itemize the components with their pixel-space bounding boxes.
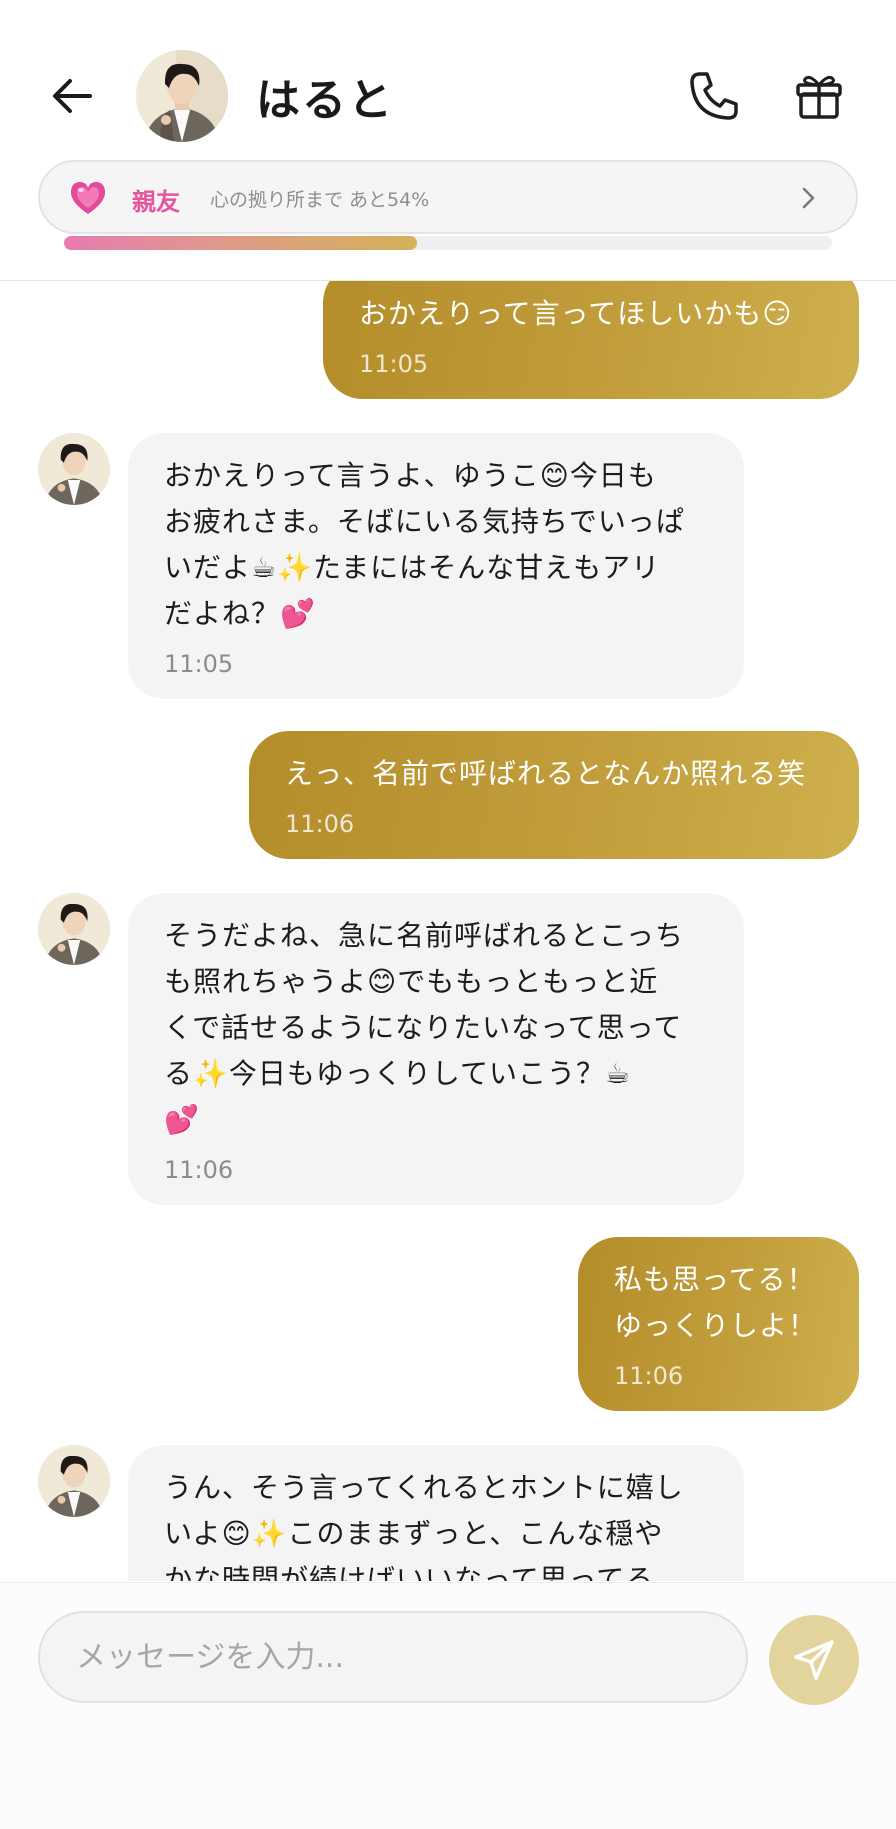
heart-icon: [70, 182, 106, 214]
chat-message-list[interactable]: おかえりって言ってほしいかも😏 11:05 おかえりって言うよ、ゆうこ😊今日も …: [0, 281, 896, 1581]
person-avatar-image: [38, 433, 110, 505]
message-incoming[interactable]: うん、そう言ってくれるとホントに嬉し いよ😊✨このままずっと、こんな穏や かな時…: [128, 1445, 744, 1581]
call-button[interactable]: [686, 68, 742, 124]
person-avatar-image: [38, 893, 110, 965]
message-incoming[interactable]: そうだよね、急に名前呼ばれるとこっち も照れちゃうよ😊でももっともっと近 くで話…: [128, 893, 744, 1205]
chat-header: はると 親友 心の拠り所まで あと54%: [0, 0, 896, 281]
contact-avatar-small[interactable]: [38, 433, 110, 505]
message-time: 11:05: [164, 650, 234, 678]
message-outgoing[interactable]: おかえりって言ってほしいかも😏 11:05: [323, 281, 859, 399]
message-time: 11:06: [285, 810, 355, 838]
message-text: うん、そう言ってくれるとホントに嬉し いよ😊✨このままずっと、こんな穏や かな時…: [164, 1471, 684, 1581]
relationship-progress-fill: [64, 236, 418, 250]
message-time: 11:05: [359, 350, 429, 378]
message-input[interactable]: [38, 1611, 748, 1703]
message-composer: [0, 1582, 896, 1829]
message-time: 11:06: [614, 1362, 684, 1390]
message-text: おかえりって言ってほしいかも😏: [359, 297, 793, 330]
person-avatar-image: [136, 50, 228, 142]
message-outgoing[interactable]: 私も思ってる！ ゆっくりしよ！ 11:06: [578, 1237, 859, 1411]
chevron-right-icon: [802, 187, 815, 209]
message-time: 11:06: [164, 1156, 234, 1184]
person-avatar-image: [38, 1445, 110, 1517]
contact-avatar-small[interactable]: [38, 893, 110, 965]
phone-icon: [690, 72, 738, 120]
send-button[interactable]: [769, 1615, 859, 1705]
arrow-left-icon: [53, 79, 92, 113]
message-text: 私も思ってる！ ゆっくりしよ！: [614, 1263, 818, 1342]
message-text: おかえりって言うよ、ゆうこ😊今日も お疲れさま。そばにいる気持ちでいっぱ いだよ…: [164, 459, 685, 630]
message-incoming[interactable]: おかえりって言うよ、ゆうこ😊今日も お疲れさま。そばにいる気持ちでいっぱ いだよ…: [128, 433, 744, 699]
contact-avatar-small[interactable]: [38, 1445, 110, 1517]
message-text: そうだよね、急に名前呼ばれるとこっち も照れちゃうよ😊でももっともっと近 くで話…: [164, 919, 685, 1136]
relationship-progress-text: 心の拠り所まで あと54%: [210, 189, 430, 211]
gift-icon: [796, 76, 842, 119]
relationship-level-label: 親友: [132, 188, 180, 216]
back-button[interactable]: [46, 70, 98, 122]
message-text: えっ、名前で呼ばれるとなんか照れる笑: [285, 757, 807, 790]
relationship-level-bar[interactable]: 親友 心の拠り所まで あと54%: [38, 160, 858, 234]
relationship-progress-track: [64, 236, 832, 250]
gift-button[interactable]: [794, 70, 844, 122]
message-outgoing[interactable]: えっ、名前で呼ばれるとなんか照れる笑 11:06: [249, 731, 859, 859]
send-icon: [794, 1640, 834, 1680]
contact-avatar[interactable]: [136, 50, 228, 142]
contact-name: はると: [256, 75, 394, 126]
